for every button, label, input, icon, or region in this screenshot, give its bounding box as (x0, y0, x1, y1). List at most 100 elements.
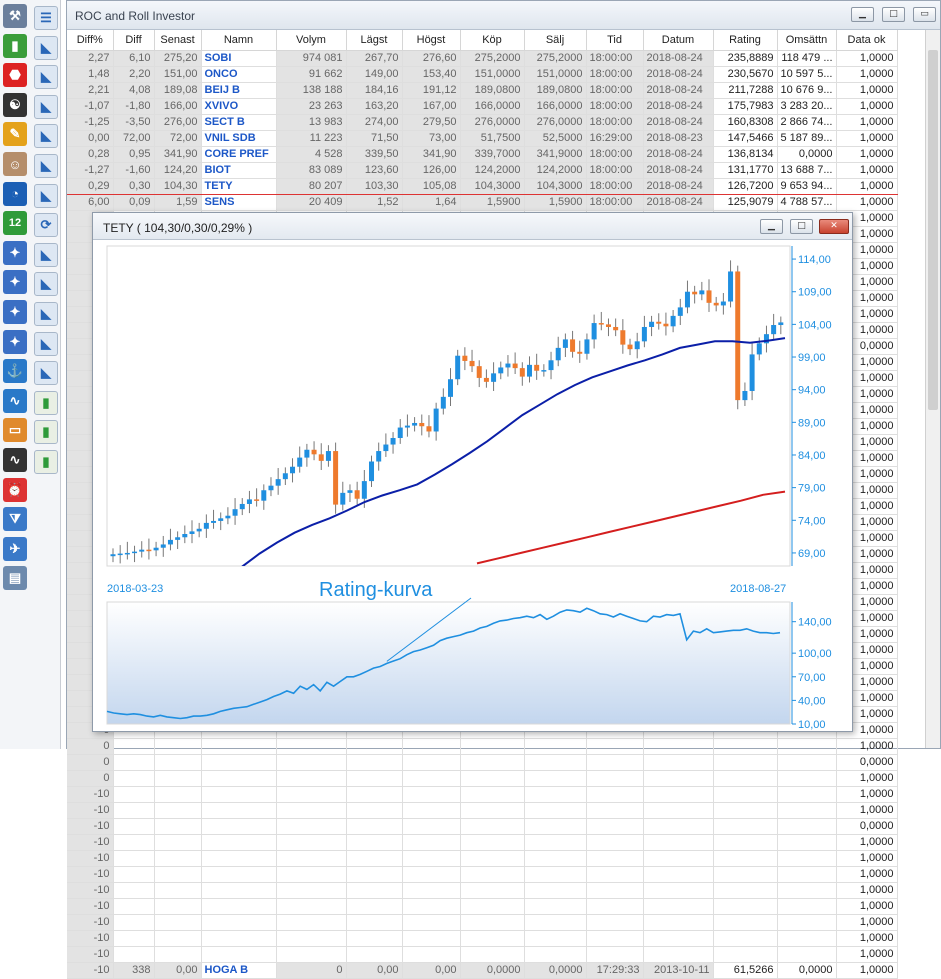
chart-v2-icon[interactable]: ◣ (34, 65, 58, 90)
chart-1-icon[interactable]: ◣ (34, 94, 58, 119)
airplane-icon[interactable]: ✈ (3, 536, 27, 561)
column-header[interactable]: Volym (276, 30, 347, 51)
table-row[interactable]: 0 1,0000 (67, 738, 898, 755)
column-header[interactable]: Lägst (346, 30, 403, 51)
compass-n-icon[interactable]: ✦ (3, 329, 27, 354)
price-chart[interactable]: 69,00 74,00 79,00 84,00 89,00 94,00 99,00 104,0… (93, 240, 852, 732)
waveform-icon[interactable]: ∿ (3, 448, 27, 472)
table-cell (713, 738, 778, 755)
table-row[interactable]: -1,07 -1,80 166,00 XVIVO 23 263 163,20 167,00 1… (67, 98, 898, 115)
table-cell: 18:00:00 (586, 194, 644, 211)
chart-m-icon[interactable]: ◣ (34, 242, 58, 267)
list-icon[interactable]: ☰ (34, 6, 58, 30)
table-row[interactable]: -1,25 -3,50 276,00 SECT B 13 983 274,00 279,50… (67, 114, 898, 131)
column-header[interactable]: Senast (154, 30, 202, 51)
table-row[interactable]: -10 1,0000 (67, 946, 898, 963)
table-row[interactable]: 2,21 4,08 189,08 BEIJ B 138 188 184,16 191,12 1… (67, 82, 898, 99)
column-header[interactable]: Data ok (836, 30, 898, 51)
chart-b-icon[interactable]: ◣ (34, 154, 58, 178)
compass-icon[interactable]: ✦ (3, 240, 27, 265)
candle (706, 290, 712, 303)
table-cell: 0,00 (67, 130, 114, 147)
table-row[interactable]: -1,27 -1,60 124,20 BIOT 83 089 123,60 126,00 12… (67, 162, 898, 179)
table-row[interactable]: -10 338 0,00 HOGA B 0 0,00 0,00 0,0000 0,0000 17:… (67, 962, 898, 979)
table-row[interactable]: 0 1,0000 (67, 770, 898, 787)
roc-logo-icon[interactable]: ◔ (3, 181, 27, 206)
chart-d2-icon[interactable]: ◣ (34, 361, 58, 386)
table-cell: BIOT (201, 162, 277, 179)
table-row[interactable]: -10 1,0000 (67, 802, 898, 819)
stop-icon[interactable]: ⬣ (3, 63, 27, 88)
table-row[interactable]: -10 1,0000 (67, 866, 898, 883)
chart-f-icon[interactable]: ◣ (34, 183, 58, 208)
table-cell (713, 882, 778, 899)
table-row[interactable]: -10 1,0000 (67, 850, 898, 867)
filter-icon[interactable]: ⧩ (3, 507, 27, 532)
column-header[interactable]: Sälj (524, 30, 587, 51)
table-row[interactable]: -10 1,0000 (67, 786, 898, 803)
anchor-icon[interactable]: ⚓ (3, 359, 27, 384)
column-header[interactable]: Högst (402, 30, 461, 51)
table-cell (643, 914, 714, 931)
table-cell: 2018-08-24 (643, 162, 714, 179)
chart-d-icon[interactable]: ◣ (34, 302, 58, 326)
chart-s-icon[interactable]: ◣ (34, 331, 58, 356)
chart-minimize-button[interactable]: ▁ (760, 219, 783, 234)
bar-chart-icon[interactable]: ▮ (34, 390, 58, 415)
wrench-icon[interactable]: ⚒ (3, 4, 27, 28)
chart-v-icon[interactable]: ◣ (34, 35, 58, 60)
vertical-scrollbar[interactable] (925, 30, 940, 748)
column-header[interactable]: Omsättn (777, 30, 837, 51)
chart-r-icon[interactable]: ◣ (34, 272, 58, 297)
calendar-icon[interactable]: 12 (3, 211, 27, 236)
table-row[interactable]: -10 1,0000 (67, 914, 898, 931)
column-header[interactable]: Diff (113, 30, 155, 51)
chart-2-icon[interactable]: ◣ (34, 124, 58, 149)
alarm-clock-icon[interactable]: ⏰ (3, 477, 27, 502)
scrollbar-thumb[interactable] (928, 50, 938, 410)
table-cell: 341,90 (154, 146, 202, 163)
minimize-button[interactable]: ▁ (851, 7, 874, 22)
column-header[interactable]: Köp (460, 30, 525, 51)
column-header[interactable]: Tid (586, 30, 644, 51)
table-row[interactable]: -10 1,0000 (67, 834, 898, 851)
table-cell (154, 834, 202, 851)
table-row[interactable]: 0,28 0,95 341,90 CORE PREF 4 528 339,50 341,90… (67, 146, 898, 163)
table-cell: 1,59 (154, 194, 202, 211)
chart-close-button[interactable]: ✕ (819, 219, 849, 234)
column-header[interactable]: Rating (713, 30, 778, 51)
table-cell (460, 754, 525, 771)
cycle-icon[interactable]: ⟳ (34, 213, 58, 238)
table-row[interactable]: 0,29 0,30 104,30 TETY 80 207 103,30 105,08 104,… (67, 177, 898, 195)
compass-s-icon[interactable]: ✦ (3, 300, 27, 324)
chart-title-bar: TETY ( 104,30/0,30/0,29% ) ▁ □ ✕ (93, 213, 852, 240)
maximize-button[interactable]: □ (882, 7, 905, 22)
table-row[interactable]: 1,48 2,20 151,00 ONCO 91 662 149,00 153,40 151,… (67, 66, 898, 83)
column-header[interactable]: Datum (643, 30, 714, 51)
curve-icon[interactable]: ∿ (3, 388, 27, 413)
user-photo-icon[interactable]: ☺ (3, 152, 27, 176)
table-row[interactable]: 6,00 0,09 1,59 SENS 20 409 1,52 1,64 1,5900 1,59… (67, 194, 898, 211)
chart-maximize-button[interactable]: □ (790, 219, 813, 234)
column-header[interactable]: Namn (201, 30, 277, 51)
column-header[interactable]: Diff% (67, 30, 114, 51)
candle (483, 377, 489, 382)
compass-w-icon[interactable]: ✦ (3, 270, 27, 295)
restore-button[interactable]: ▭ (913, 7, 936, 22)
table-row[interactable]: 2,27 6,10 275,20 SOBI 974 081 267,70 276,60 275… (67, 50, 898, 67)
candle (692, 291, 698, 295)
table-row[interactable]: 0 0,0000 (67, 754, 898, 771)
table-row[interactable]: -10 0,0000 (67, 818, 898, 835)
pushpin-icon[interactable]: ✎ (3, 122, 27, 147)
document-icon[interactable]: ▤ (3, 566, 27, 591)
table-row[interactable]: -10 1,0000 (67, 882, 898, 899)
table-row[interactable]: -10 1,0000 (67, 930, 898, 947)
bar-chart-icon[interactable]: ▮ (34, 450, 58, 474)
yin-yang-icon[interactable]: ☯ (3, 92, 27, 117)
adx-icon[interactable]: ▭ (3, 418, 27, 443)
table-row[interactable]: -10 1,0000 (67, 898, 898, 915)
bar-chart-icon[interactable]: ▮ (3, 33, 27, 58)
candle (175, 537, 181, 540)
bar-chart-icon[interactable]: ▮ (34, 420, 58, 445)
table-row[interactable]: 0,00 72,00 72,00 VNIL SDB 11 223 71,50 73,00 51… (67, 130, 898, 147)
